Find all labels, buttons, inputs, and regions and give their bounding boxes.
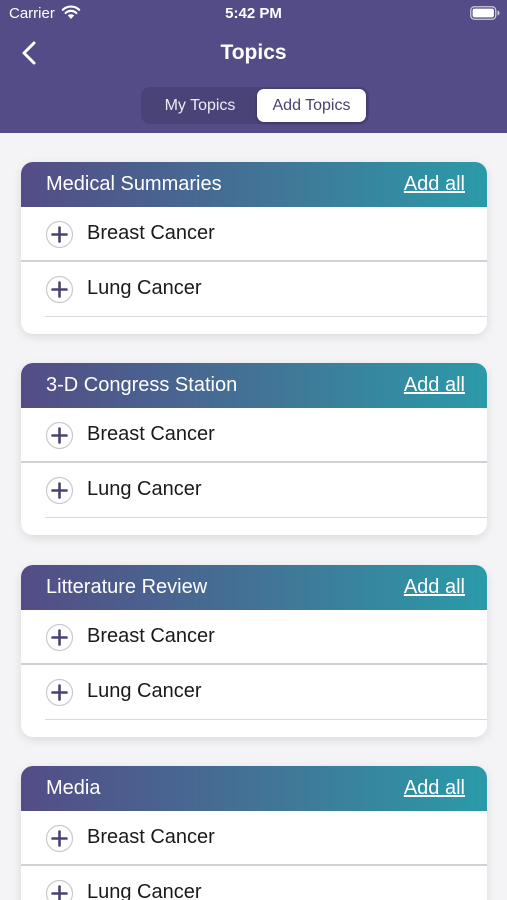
section-title: 3-D Congress Station xyxy=(46,374,238,396)
plus-circle-icon[interactable] xyxy=(45,623,74,652)
topics-list[interactable]: Medical Summaries Add all Breast Cancer … xyxy=(0,133,507,900)
topic-label: Breast Cancer xyxy=(87,625,215,647)
section-header: Media Add all xyxy=(21,766,487,811)
battery-icon xyxy=(470,6,500,20)
plus-circle-icon[interactable] xyxy=(45,421,74,450)
topic-label: Breast Cancer xyxy=(87,423,215,445)
section-title: Litterature Review xyxy=(46,576,208,598)
section-header: Medical Summaries Add all xyxy=(21,162,487,207)
section-card: Litterature Review Add all Breast Cancer… xyxy=(21,565,487,737)
topic-label: Lung Cancer xyxy=(87,478,202,500)
plus-circle-icon[interactable] xyxy=(45,275,74,304)
tab-my-topics[interactable]: My Topics xyxy=(145,89,255,122)
add-all-link[interactable]: Add all xyxy=(404,777,465,800)
add-all-link[interactable]: Add all xyxy=(404,173,465,196)
topic-label: Breast Cancer xyxy=(87,826,215,848)
section-header: Litterature Review Add all xyxy=(21,565,487,610)
page-title: Topics xyxy=(220,41,287,64)
navigation-header: Carrier 5:42 PM Topics My Topics Add Top… xyxy=(0,0,507,133)
topic-row[interactable]: Breast Cancer xyxy=(21,207,487,262)
topic-row[interactable]: Lung Cancer xyxy=(45,463,487,518)
plus-circle-icon[interactable] xyxy=(45,678,74,707)
topic-label: Lung Cancer xyxy=(87,680,202,702)
section-title: Media xyxy=(46,777,101,799)
topic-row[interactable]: Breast Cancer xyxy=(21,408,487,463)
add-all-link[interactable]: Add all xyxy=(404,576,465,599)
plus-circle-icon[interactable] xyxy=(45,879,74,900)
topic-label: Lung Cancer xyxy=(87,881,202,900)
topic-row[interactable]: Lung Cancer xyxy=(45,866,487,900)
topic-label: Lung Cancer xyxy=(87,277,202,299)
topic-label: Breast Cancer xyxy=(87,222,215,244)
topics-segmented-control: My Topics Add Topics xyxy=(141,87,369,124)
section-card: Media Add all Breast Cancer Lung Cancer xyxy=(21,766,487,900)
topic-row[interactable]: Lung Cancer xyxy=(45,665,487,720)
section-header: 3-D Congress Station Add all xyxy=(21,363,487,408)
add-all-link[interactable]: Add all xyxy=(404,374,465,397)
topic-row[interactable]: Lung Cancer xyxy=(45,262,487,317)
tab-add-topics[interactable]: Add Topics xyxy=(257,89,366,122)
status-bar: Carrier 5:42 PM xyxy=(0,0,507,28)
section-card: Medical Summaries Add all Breast Cancer … xyxy=(21,162,487,334)
topic-row[interactable]: Breast Cancer xyxy=(21,610,487,665)
plus-circle-icon[interactable] xyxy=(45,220,74,249)
plus-circle-icon[interactable] xyxy=(45,824,74,853)
plus-circle-icon[interactable] xyxy=(45,476,74,505)
topic-row[interactable]: Breast Cancer xyxy=(21,811,487,866)
section-title: Medical Summaries xyxy=(46,173,222,195)
section-card: 3-D Congress Station Add all Breast Canc… xyxy=(21,363,487,535)
status-time: 5:42 PM xyxy=(225,5,282,22)
